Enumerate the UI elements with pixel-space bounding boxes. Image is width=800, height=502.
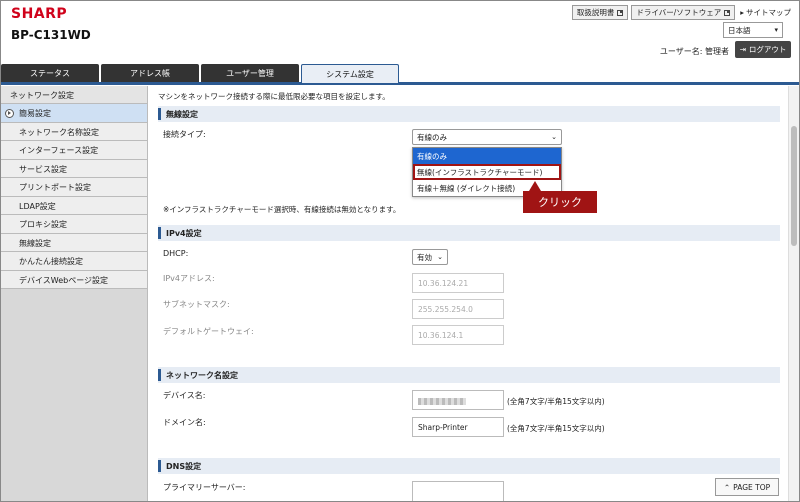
primary-server-field[interactable]: [412, 481, 504, 501]
sidebar-item-ldap[interactable]: LDAP設定: [1, 196, 147, 215]
option-wireless-infrastructure[interactable]: 無線(インフラストラクチャーモード): [413, 164, 561, 180]
default-gateway-label: デフォルトゲートウェイ:: [163, 327, 254, 336]
external-link-icon: [617, 9, 624, 16]
sidebar-item-interface[interactable]: インターフェース設定: [1, 141, 147, 160]
connection-type-label: 接続タイプ:: [163, 130, 206, 139]
logout-icon: ⇥: [739, 45, 746, 54]
driver-link[interactable]: ドライバー/ソフトウェア: [631, 5, 736, 20]
ipv4-address-field[interactable]: 10.36.124.21: [412, 273, 504, 293]
tab-user-management[interactable]: ユーザー管理: [201, 64, 299, 82]
wireless-note: ※インフラストラクチャーモード選択時、有線接続は無効となります。: [163, 205, 401, 214]
section-dns: DNS設定: [158, 458, 780, 474]
tab-address-book[interactable]: アドレス帳: [101, 64, 199, 82]
connection-type-value: 有線のみ: [417, 133, 447, 142]
driver-link-label: ドライバー/ソフトウェア: [636, 8, 722, 17]
dhcp-label: DHCP:: [163, 249, 189, 258]
manual-link[interactable]: 取扱説明書: [571, 5, 629, 20]
sidebar-item-network-name[interactable]: ネットワーク名称設定: [1, 122, 147, 141]
user-label: ユーザー名: 管理者: [659, 47, 729, 56]
scrollbar[interactable]: [788, 86, 799, 501]
chevron-down-icon: ⌄: [437, 253, 443, 261]
top-links: 取扱説明書 ドライバー/ソフトウェア ▸ サイトマップ: [571, 5, 791, 20]
section-network-name: ネットワーク名設定: [158, 367, 780, 383]
connection-type-select[interactable]: 有線のみ ⌄: [412, 129, 562, 145]
sidebar: ネットワーク設定 簡易設定 ネットワーク名称設定 インターフェース設定 サービス…: [1, 86, 148, 501]
language-value: 日本語: [728, 26, 751, 35]
subnet-mask-field[interactable]: 255.255.254.0: [412, 299, 504, 319]
dhcp-select[interactable]: 有効 ⌄: [412, 249, 448, 265]
sitemap-link[interactable]: ▸ サイトマップ: [738, 7, 791, 18]
language-select[interactable]: 日本語 ▾: [723, 22, 783, 38]
manual-link-label: 取扱説明書: [576, 8, 615, 17]
sidebar-item-wireless[interactable]: 無線設定: [1, 233, 147, 252]
chevron-up-icon: ⌃: [723, 482, 731, 492]
main-content: マシンをネットワーク接続する際に最低限必要な項目を設定します。 無線設定 接続タ…: [149, 86, 789, 501]
click-callout: クリック: [523, 181, 597, 213]
intro-text: マシンをネットワーク接続する際に最低限必要な項目を設定します。: [158, 92, 390, 101]
page-top-button[interactable]: ⌃ PAGE TOP: [715, 478, 779, 496]
sidebar-item-service[interactable]: サービス設定: [1, 159, 147, 178]
tab-system-settings[interactable]: システム設定: [301, 64, 399, 83]
sidebar-item-device-web[interactable]: デバイスWebページ設定: [1, 270, 147, 289]
sidebar-item-proxy[interactable]: プロキシ設定: [1, 215, 147, 234]
tab-status[interactable]: ステータス: [1, 64, 99, 82]
section-wireless: 無線設定: [158, 106, 780, 122]
redacted-value: [418, 397, 466, 405]
scrollbar-thumb[interactable]: [791, 126, 797, 246]
page-top-label: PAGE TOP: [733, 482, 771, 492]
app-window: SHARP BP-C131WD 取扱説明書 ドライバー/ソフトウェア ▸ サイトマ…: [0, 0, 800, 502]
external-link-icon: [724, 9, 731, 16]
device-name-hint: (全角7文字/半角15文字以内): [507, 397, 605, 406]
sidebar-item-easy-setup[interactable]: 簡易設定: [1, 104, 147, 123]
model-name: BP-C131WD: [11, 28, 91, 42]
main-tabs: ステータス アドレス帳 ユーザー管理 システム設定: [1, 64, 799, 85]
ipv4-address-label: IPv4アドレス:: [163, 274, 215, 283]
sitemap-label: サイトマップ: [746, 8, 791, 17]
device-name-label: デバイス名:: [163, 391, 206, 400]
domain-name-field[interactable]: Sharp-Printer: [412, 417, 504, 437]
subnet-mask-label: サブネットマスク:: [163, 300, 230, 309]
sidebar-heading[interactable]: ネットワーク設定: [1, 86, 147, 104]
dhcp-value: 有効: [417, 253, 432, 262]
device-name-field[interactable]: [412, 390, 504, 410]
domain-name-label: ドメイン名:: [163, 418, 206, 427]
chevron-down-icon: ▾: [774, 26, 778, 34]
chevron-down-icon: ⌄: [551, 133, 557, 141]
logout-button[interactable]: ⇥ ログアウト: [735, 41, 791, 58]
default-gateway-field[interactable]: 10.36.124.1: [412, 325, 504, 345]
sidebar-item-print-port[interactable]: プリントポート設定: [1, 178, 147, 197]
section-ipv4: IPv4設定: [158, 225, 780, 241]
brand-logo: SHARP: [11, 6, 68, 22]
primary-server-label: プライマリーサーバー:: [163, 483, 246, 492]
logout-label: ログアウト: [748, 45, 787, 54]
option-wired-only[interactable]: 有線のみ: [413, 148, 561, 164]
domain-name-hint: (全角7文字/半角15文字以内): [507, 424, 605, 433]
sitemap-icon: ▸: [740, 8, 744, 17]
sidebar-item-easy-connect[interactable]: かんたん接続設定: [1, 252, 147, 271]
